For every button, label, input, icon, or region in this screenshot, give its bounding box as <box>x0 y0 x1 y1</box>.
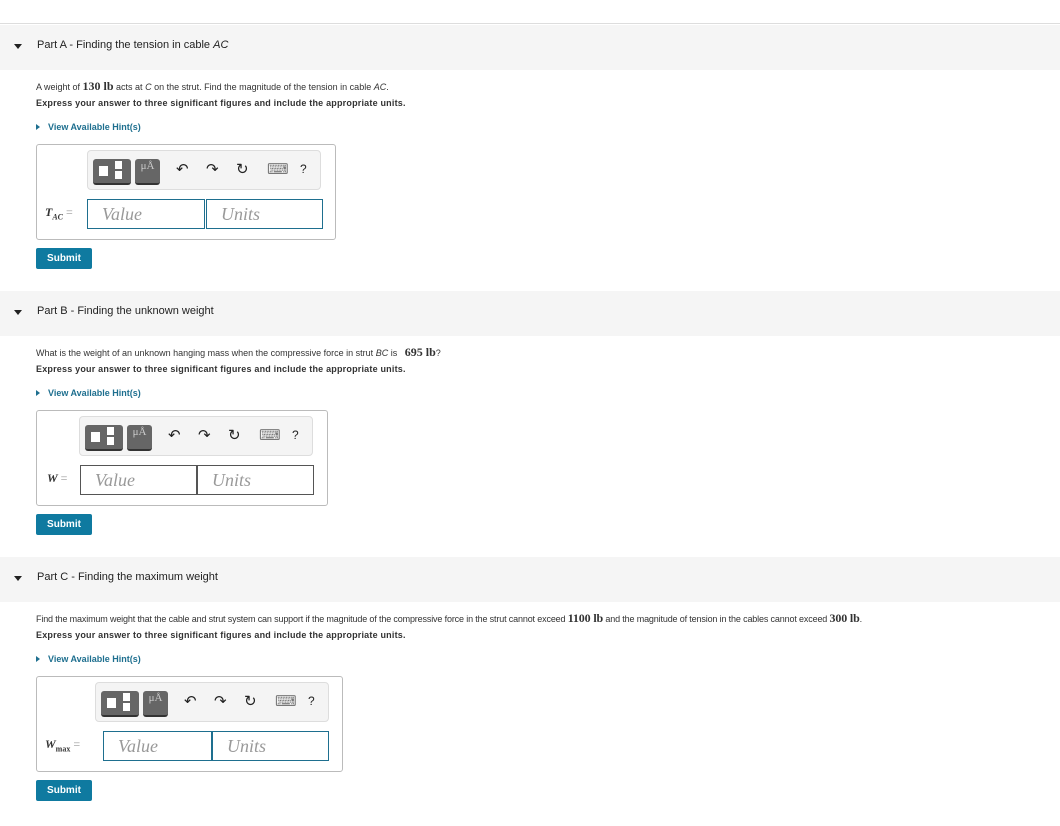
view-hints-link[interactable]: View Available Hint(s) <box>36 388 141 398</box>
help-icon[interactable]: ? <box>308 694 315 709</box>
answer-box: μÅ ↶ ↷ ↻ ⌨ ? Wmax = Value Units <box>36 676 343 772</box>
undo-icon[interactable]: ↶ <box>176 162 189 177</box>
help-icon[interactable]: ? <box>292 428 299 443</box>
part-a-header[interactable]: Part A - Finding the tension in cable AC <box>0 25 1060 70</box>
reset-icon[interactable]: ↻ <box>244 694 257 709</box>
math-toolbar: μÅ ↶ ↷ ↻ ⌨ ? <box>79 416 313 456</box>
instructions: Express your answer to three significant… <box>36 364 406 374</box>
reset-icon[interactable]: ↻ <box>236 162 249 177</box>
instructions: Express your answer to three significant… <box>36 630 406 640</box>
view-hints-link[interactable]: View Available Hint(s) <box>36 122 141 132</box>
caret-right-icon <box>36 390 40 396</box>
templates-button[interactable] <box>85 425 123 451</box>
keyboard-icon[interactable]: ⌨ <box>275 694 297 709</box>
value-input[interactable]: Value <box>103 731 212 761</box>
units-button[interactable]: μÅ <box>143 691 168 717</box>
math-toolbar: μÅ ↶ ↷ ↻ ⌨ ? <box>95 682 329 722</box>
part-b: Part B - Finding the unknown weight What… <box>0 289 1060 556</box>
instructions: Express your answer to three significant… <box>36 98 406 108</box>
templates-button[interactable] <box>101 691 139 717</box>
part-c: Part C - Finding the maximum weight Find… <box>0 555 1060 822</box>
templates-button[interactable] <box>93 159 131 185</box>
units-input[interactable]: Units <box>197 465 314 495</box>
part-title: Part C - Finding the maximum weight <box>37 571 218 583</box>
reset-icon[interactable]: ↻ <box>228 428 241 443</box>
question-text: Find the maximum weight that the cable a… <box>36 611 862 625</box>
answer-box: μÅ ↶ ↷ ↻ ⌨ ? W = Value Units <box>36 410 328 506</box>
undo-icon[interactable]: ↶ <box>184 694 197 709</box>
variable-label: Wmax = <box>45 737 81 754</box>
question-text: A weight of 130 lb acts at C on the stru… <box>36 79 389 93</box>
math-toolbar: μÅ ↶ ↷ ↻ ⌨ ? <box>87 150 321 190</box>
caret-down-icon[interactable] <box>14 44 22 49</box>
variable-label: TAC = <box>45 205 73 222</box>
redo-icon[interactable]: ↷ <box>198 428 211 443</box>
caret-right-icon <box>36 124 40 130</box>
redo-icon[interactable]: ↷ <box>214 694 227 709</box>
view-hints-link[interactable]: View Available Hint(s) <box>36 654 141 664</box>
keyboard-icon[interactable]: ⌨ <box>259 428 281 443</box>
submit-button[interactable]: Submit <box>36 514 92 535</box>
part-title: Part A - Finding the tension in cable AC <box>37 39 229 51</box>
part-b-header[interactable]: Part B - Finding the unknown weight <box>0 291 1060 336</box>
answer-box: μÅ ↶ ↷ ↻ ⌨ ? TAC = Value Units <box>36 144 336 240</box>
units-input[interactable]: Units <box>206 199 323 229</box>
part-c-header[interactable]: Part C - Finding the maximum weight <box>0 557 1060 602</box>
part-a: Part A - Finding the tension in cable AC… <box>0 23 1060 290</box>
submit-button[interactable]: Submit <box>36 780 92 801</box>
value-input[interactable]: Value <box>80 465 197 495</box>
question-text: What is the weight of an unknown hanging… <box>36 345 441 359</box>
help-icon[interactable]: ? <box>300 162 307 177</box>
caret-down-icon[interactable] <box>14 576 22 581</box>
undo-icon[interactable]: ↶ <box>168 428 181 443</box>
units-button[interactable]: μÅ <box>127 425 152 451</box>
variable-label: W = <box>47 471 68 485</box>
caret-down-icon[interactable] <box>14 310 22 315</box>
units-button[interactable]: μÅ <box>135 159 160 185</box>
keyboard-icon[interactable]: ⌨ <box>267 162 289 177</box>
redo-icon[interactable]: ↷ <box>206 162 219 177</box>
part-title: Part B - Finding the unknown weight <box>37 305 214 317</box>
units-input[interactable]: Units <box>212 731 329 761</box>
caret-right-icon <box>36 656 40 662</box>
value-input[interactable]: Value <box>87 199 205 229</box>
submit-button[interactable]: Submit <box>36 248 92 269</box>
